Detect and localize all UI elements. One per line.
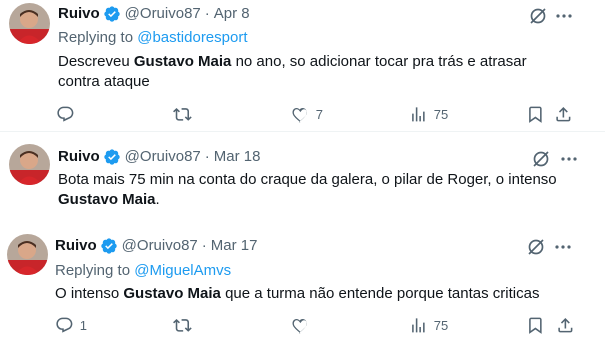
bookmark-icon (529, 106, 542, 123)
share-icon (556, 106, 571, 122)
separator: · (201, 237, 207, 254)
tweet-text: Descreveu Gustavo Maia no ano, so adicio… (58, 53, 527, 90)
separator: · (204, 148, 210, 165)
author-handle[interactable]: @Oruivo87 (125, 4, 201, 24)
reply-to-link[interactable]: @bastidoresport (137, 29, 247, 46)
retweet-button[interactable] (173, 104, 198, 124)
author-name[interactable]: Ruivo (55, 236, 97, 256)
author-name[interactable]: Ruivo (58, 147, 100, 167)
like-icon (292, 107, 307, 122)
grok-icon[interactable] (526, 237, 546, 257)
separator: · (204, 5, 210, 22)
tweet-date[interactable]: Apr 8 (214, 4, 250, 24)
tweet-date[interactable]: Mar 17 (211, 236, 258, 256)
bookmark-icon (529, 317, 542, 334)
more-icon[interactable] (553, 237, 573, 257)
tweet[interactable]: Ruivo @Oruivo87 · Apr 8 Replying to @bas… (0, 0, 605, 132)
grok-icon[interactable] (528, 6, 548, 26)
bookmark-button[interactable] (526, 315, 545, 335)
reply-button[interactable] (56, 104, 81, 124)
views-icon (412, 317, 425, 333)
like-button[interactable] (291, 315, 316, 335)
tweet-text: Bota mais 75 min na conta do craque da g… (58, 171, 557, 208)
views-button[interactable]: 75 (409, 315, 448, 335)
author-handle[interactable]: @Oruivo87 (125, 147, 201, 167)
more-icon[interactable] (559, 149, 579, 169)
grok-icon[interactable] (531, 149, 551, 169)
views-button[interactable]: 75 (409, 104, 448, 124)
reply-icon (57, 106, 74, 122)
verified-badge-icon (100, 238, 117, 254)
more-icon[interactable] (554, 6, 574, 26)
avatar[interactable] (7, 234, 48, 275)
share-button[interactable] (554, 104, 573, 124)
reply-to-link[interactable]: @MiguelAmvs (134, 262, 231, 279)
bookmark-button[interactable] (526, 104, 545, 124)
tweet-text: O intenso Gustavo Maia que a turma não e… (55, 285, 540, 302)
tweet-date[interactable]: Mar 18 (214, 147, 261, 167)
tweet[interactable]: Ruivo @Oruivo87 · Mar 18 Bota mais 75 mi… (0, 133, 605, 221)
reply-icon (56, 317, 73, 333)
share-icon (558, 317, 573, 333)
verified-badge-icon (103, 149, 120, 165)
views-icon (412, 106, 425, 122)
reply-button[interactable]: 1 (55, 315, 87, 335)
verified-badge-icon (103, 6, 120, 22)
avatar[interactable] (9, 144, 50, 185)
author-handle[interactable]: @Oruivo87 (122, 236, 198, 256)
share-button[interactable] (556, 315, 575, 335)
tweet[interactable]: Ruivo @Oruivo87 · Mar 17 Replying to @Mi… (0, 221, 605, 345)
like-button[interactable]: 7 (291, 104, 323, 124)
retweet-button[interactable] (173, 315, 198, 335)
like-icon (292, 318, 307, 333)
replying-to: Replying to @bastidoresport (58, 29, 248, 46)
replying-to: Replying to @MiguelAmvs (55, 262, 232, 279)
retweet-icon (173, 318, 192, 332)
avatar[interactable] (9, 3, 50, 44)
author-name[interactable]: Ruivo (58, 4, 100, 24)
retweet-icon (173, 107, 192, 121)
